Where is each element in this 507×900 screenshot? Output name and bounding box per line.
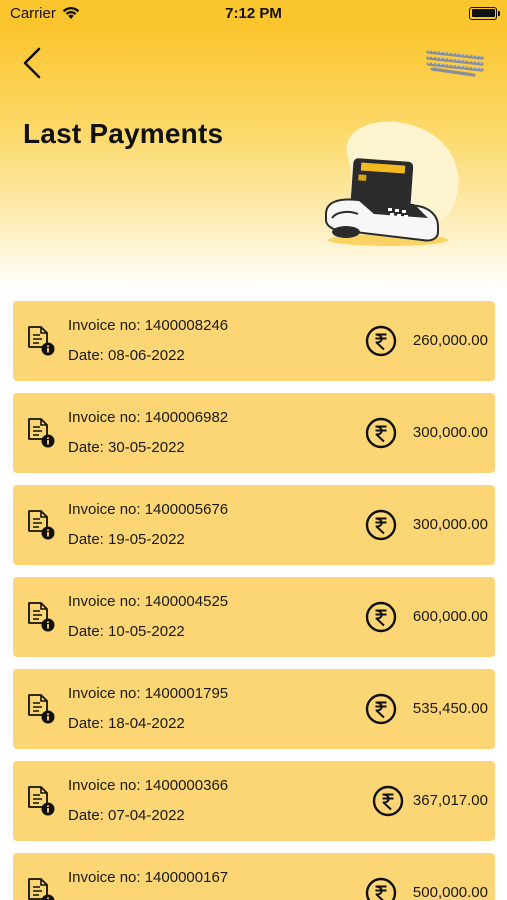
payment-card[interactable]: Invoice no: 1400006982 Date: 30-05-2022 …: [13, 393, 495, 473]
rupee-icon: [365, 417, 397, 449]
invoice-document-icon: [28, 602, 55, 632]
payment-amount: 500,000.00: [412, 884, 488, 900]
card-text: Invoice no: 1400000366 Date: 07-04-2022: [68, 777, 228, 837]
header: Last Payments: [0, 26, 507, 290]
card-text: Invoice no: 1400008246 Date: 08-06-2022: [68, 317, 228, 377]
invoice-date: Date: 10-05-2022: [68, 623, 185, 640]
card-text: Invoice no: 1400006982 Date: 30-05-2022: [68, 409, 228, 469]
invoice-number: Invoice no: 1400005676: [68, 501, 229, 518]
payment-amount: 260,000.00: [412, 332, 488, 349]
invoice-number: Invoice no: 1400008246: [68, 317, 229, 334]
invoice-date: Date: 07-04-2022: [68, 807, 185, 824]
invoice-number: Invoice no: 1400001795: [68, 685, 229, 702]
payments-list: Invoice no: 1400008246 Date: 08-06-2022 …: [13, 301, 495, 900]
invoice-document-icon: [28, 418, 55, 448]
invoice-document-icon: [28, 694, 55, 724]
invoice-number: Invoice no: 1400006982: [68, 409, 229, 426]
payment-card[interactable]: Invoice no: 1400008246 Date: 08-06-2022 …: [13, 301, 495, 381]
rupee-icon: [365, 509, 397, 541]
invoice-document-icon: [28, 878, 55, 900]
card-machine-illustration: [325, 121, 459, 246]
page-title: Last Payments: [23, 118, 224, 149]
payment-card[interactable]: Invoice no: 1400004525 Date: 10-05-2022 …: [13, 577, 495, 657]
invoice-number: Invoice no: 1400000167: [68, 869, 229, 886]
steel-bars-logo: [426, 50, 484, 77]
carrier-label: Carrier: [10, 4, 56, 22]
status-bar: Carrier 7:12 PM: [0, 0, 507, 26]
back-button[interactable]: [20, 46, 46, 80]
rupee-icon: [365, 325, 397, 357]
invoice-document-icon: [28, 786, 55, 816]
card-text: Invoice no: 1400005676 Date: 19-05-2022: [68, 501, 228, 561]
payment-amount: 600,000.00: [412, 608, 488, 625]
invoice-date: Date: 19-05-2022: [68, 531, 185, 548]
invoice-number: Invoice no: 1400000366: [68, 777, 229, 794]
wifi-icon: [62, 7, 80, 19]
invoice-date: Date: 30-05-2022: [68, 439, 185, 456]
invoice-date: Date: 08-06-2022: [68, 347, 185, 364]
payment-amount: 300,000.00: [412, 516, 488, 533]
battery-icon: [469, 6, 500, 20]
payment-card[interactable]: Invoice no: 1400000167 500,000.00: [13, 853, 495, 900]
card-text: Invoice no: 1400000167: [68, 869, 228, 900]
rupee-icon: [365, 601, 397, 633]
payment-card[interactable]: Invoice no: 1400000366 Date: 07-04-2022 …: [13, 761, 495, 841]
rupee-icon: [372, 785, 404, 817]
invoice-document-icon: [28, 326, 55, 356]
payment-amount: 300,000.00: [412, 424, 488, 441]
payment-amount: 535,450.00: [412, 700, 488, 717]
status-left: Carrier: [10, 5, 81, 22]
invoice-number: Invoice no: 1400004525: [68, 593, 229, 610]
card-text: Invoice no: 1400004525 Date: 10-05-2022: [68, 593, 228, 653]
payment-amount: 367,017.00: [412, 792, 488, 809]
payment-card[interactable]: Invoice no: 1400005676 Date: 19-05-2022 …: [13, 485, 495, 565]
rupee-icon: [365, 693, 397, 725]
invoice-date: Date: 18-04-2022: [68, 715, 185, 732]
invoice-document-icon: [28, 510, 55, 540]
payment-card[interactable]: Invoice no: 1400001795 Date: 18-04-2022 …: [13, 669, 495, 749]
rupee-icon: [365, 877, 397, 900]
card-text: Invoice no: 1400001795 Date: 18-04-2022: [68, 685, 228, 745]
